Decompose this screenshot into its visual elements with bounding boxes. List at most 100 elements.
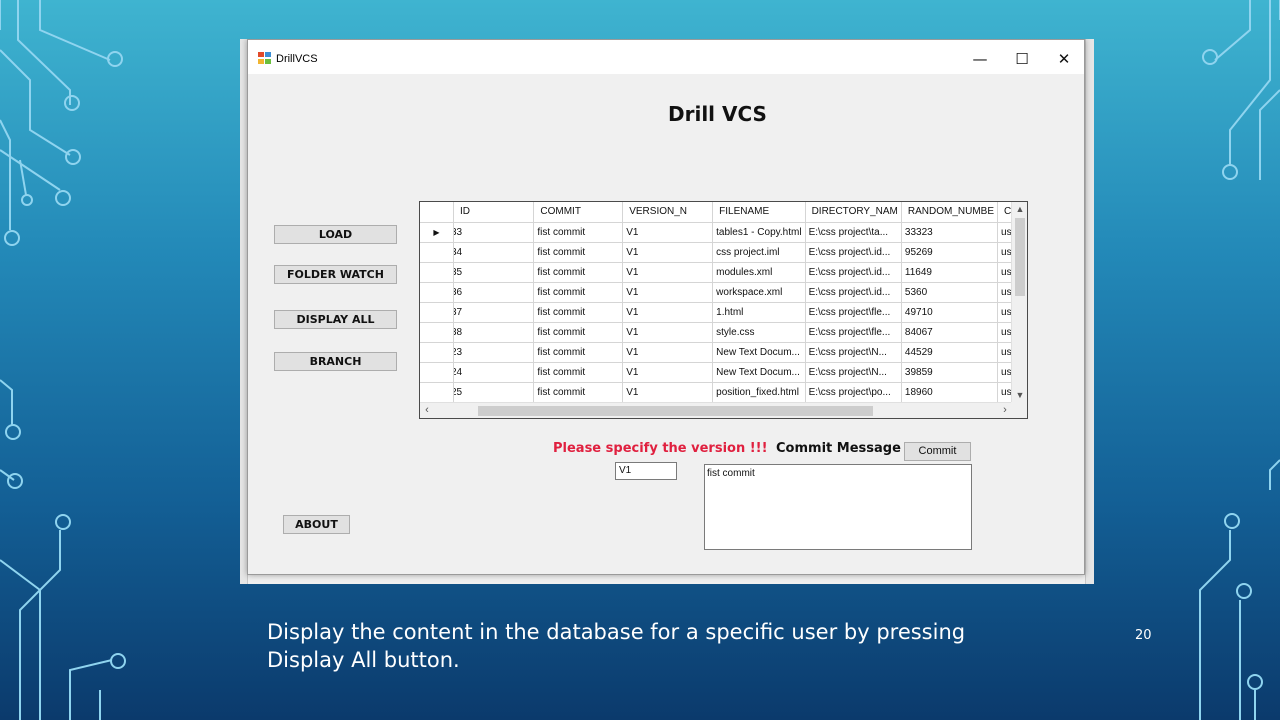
cell-id[interactable]: 23	[453, 342, 535, 363]
cell-version[interactable]: V1	[622, 342, 714, 363]
cell-id[interactable]: 35	[453, 262, 535, 283]
cell-filename[interactable]: New Text Docum...	[712, 362, 806, 383]
display-all-button[interactable]: DISPLAY ALL	[274, 310, 397, 329]
data-grid[interactable]: ID COMMIT VERSION_N FILENAME DIRECTORY_N…	[419, 201, 1028, 419]
about-button[interactable]: ABOUT	[283, 515, 350, 534]
cell-random-number[interactable]: 5360	[901, 282, 999, 303]
cell-version[interactable]: V1	[622, 302, 714, 323]
column-header-filename[interactable]: FILENAME	[712, 202, 806, 223]
cell-commit[interactable]: fist commit	[533, 362, 624, 383]
scroll-left-arrow-icon[interactable]: ‹	[420, 403, 434, 418]
cell-id[interactable]: 33	[453, 222, 535, 243]
cell-version[interactable]: V1	[622, 362, 714, 383]
cell-id[interactable]: 25	[453, 382, 535, 403]
cell-filename[interactable]: tables1 - Copy.html	[712, 222, 806, 243]
grid-horizontal-scrollbar[interactable]: ‹ ›	[420, 402, 1012, 418]
cell-filename[interactable]: workspace.xml	[712, 282, 806, 303]
cell-filename[interactable]: New Text Docum...	[712, 342, 806, 363]
cell-version[interactable]: V1	[622, 262, 714, 283]
scroll-right-arrow-icon[interactable]: ›	[998, 403, 1012, 418]
table-row[interactable]: 35fist commitV1modules.xmlE:\css project…	[420, 262, 1027, 283]
row-header[interactable]	[420, 382, 454, 403]
cell-filename[interactable]: css project.iml	[712, 242, 806, 263]
app-icon	[258, 52, 271, 64]
cell-commit[interactable]: fist commit	[533, 382, 624, 403]
cell-random-number[interactable]: 18960	[901, 382, 999, 403]
horizontal-scroll-thumb[interactable]	[478, 406, 873, 416]
cell-random-number[interactable]: 49710	[901, 302, 999, 323]
cell-random-number[interactable]: 44529	[901, 342, 999, 363]
grid-vertical-scrollbar[interactable]: ▲ ▼	[1011, 202, 1027, 402]
cell-directory[interactable]: E:\css project\.id...	[805, 242, 902, 263]
cell-random-number[interactable]: 33323	[901, 222, 999, 243]
minimize-button[interactable]: —	[960, 46, 1000, 72]
cell-directory[interactable]: E:\css project\N...	[805, 342, 902, 363]
cell-version[interactable]: V1	[622, 322, 714, 343]
version-input[interactable]: V1	[615, 462, 677, 480]
cell-commit[interactable]: fist commit	[533, 242, 624, 263]
column-header-id[interactable]: ID	[453, 202, 535, 223]
commit-button[interactable]: Commit	[904, 442, 971, 461]
row-header[interactable]	[420, 302, 454, 323]
cell-directory[interactable]: E:\css project\.id...	[805, 282, 902, 303]
cell-filename[interactable]: style.css	[712, 322, 806, 343]
row-header[interactable]	[420, 262, 454, 283]
table-row[interactable]: 38fist commitV1style.cssE:\css project\f…	[420, 322, 1027, 343]
scroll-up-arrow-icon[interactable]: ▲	[1012, 202, 1027, 216]
maximize-button[interactable]: ☐	[1002, 46, 1042, 72]
table-row[interactable]: 23fist commitV1New Text Docum...E:\css p…	[420, 342, 1027, 363]
branch-button[interactable]: BRANCH	[274, 352, 397, 371]
row-header[interactable]	[420, 282, 454, 303]
cell-directory[interactable]: E:\css project\po...	[805, 382, 902, 403]
cell-commit[interactable]: fist commit	[533, 302, 624, 323]
column-header-version[interactable]: VERSION_N	[622, 202, 714, 223]
cell-directory[interactable]: E:\css project\N...	[805, 362, 902, 383]
vertical-scroll-thumb[interactable]	[1015, 218, 1025, 296]
cell-commit[interactable]: fist commit	[533, 222, 624, 243]
cell-version[interactable]: V1	[622, 222, 714, 243]
table-row[interactable]: 25fist commitV1position_fixed.htmlE:\css…	[420, 382, 1027, 403]
cell-id[interactable]: 24	[453, 362, 535, 383]
table-row[interactable]: 24fist commitV1New Text Docum...E:\css p…	[420, 362, 1027, 383]
cell-id[interactable]: 36	[453, 282, 535, 303]
commit-message-textarea[interactable]: fist commit	[704, 464, 972, 550]
cell-commit[interactable]: fist commit	[533, 262, 624, 283]
cell-directory[interactable]: E:\css project\.id...	[805, 262, 902, 283]
column-header-directory[interactable]: DIRECTORY_NAM	[805, 202, 902, 223]
load-button[interactable]: LOAD	[274, 225, 397, 244]
cell-directory[interactable]: E:\css project\fle...	[805, 302, 902, 323]
cell-id[interactable]: 34	[453, 242, 535, 263]
cell-commit[interactable]: fist commit	[533, 342, 624, 363]
cell-directory[interactable]: E:\css project\ta...	[805, 222, 902, 243]
cell-filename[interactable]: position_fixed.html	[712, 382, 806, 403]
cell-random-number[interactable]: 39859	[901, 362, 999, 383]
scroll-down-arrow-icon[interactable]: ▼	[1012, 388, 1027, 402]
cell-commit[interactable]: fist commit	[533, 282, 624, 303]
folder-watch-button[interactable]: FOLDER WATCH	[274, 265, 397, 284]
cell-directory[interactable]: E:\css project\fle...	[805, 322, 902, 343]
row-header[interactable]	[420, 362, 454, 383]
column-header-random-number[interactable]: RANDOM_NUMBE	[901, 202, 999, 223]
row-header[interactable]	[420, 322, 454, 343]
row-header[interactable]: ▶	[420, 222, 454, 243]
row-header[interactable]	[420, 242, 454, 263]
column-header-commit[interactable]: COMMIT	[533, 202, 624, 223]
cell-filename[interactable]: modules.xml	[712, 262, 806, 283]
cell-random-number[interactable]: 84067	[901, 322, 999, 343]
table-row[interactable]: 36fist commitV1workspace.xmlE:\css proje…	[420, 282, 1027, 303]
table-row[interactable]: 37fist commitV11.htmlE:\css project\fle.…	[420, 302, 1027, 323]
table-row[interactable]: ▶ 33fist commitV1tables1 - Copy.htmlE:\cs…	[420, 222, 1027, 243]
cell-commit[interactable]: fist commit	[533, 322, 624, 343]
cell-version[interactable]: V1	[622, 382, 714, 403]
cell-id[interactable]: 37	[453, 302, 535, 323]
cell-id[interactable]: 38	[453, 322, 535, 343]
cell-random-number[interactable]: 11649	[901, 262, 999, 283]
close-button[interactable]: ✕	[1044, 46, 1084, 72]
table-row[interactable]: 34fist commitV1css project.imlE:\css pro…	[420, 242, 1027, 263]
commit-message-label: Commit Message	[776, 441, 901, 456]
cell-version[interactable]: V1	[622, 282, 714, 303]
cell-version[interactable]: V1	[622, 242, 714, 263]
cell-random-number[interactable]: 95269	[901, 242, 999, 263]
row-header[interactable]	[420, 342, 454, 363]
cell-filename[interactable]: 1.html	[712, 302, 806, 323]
